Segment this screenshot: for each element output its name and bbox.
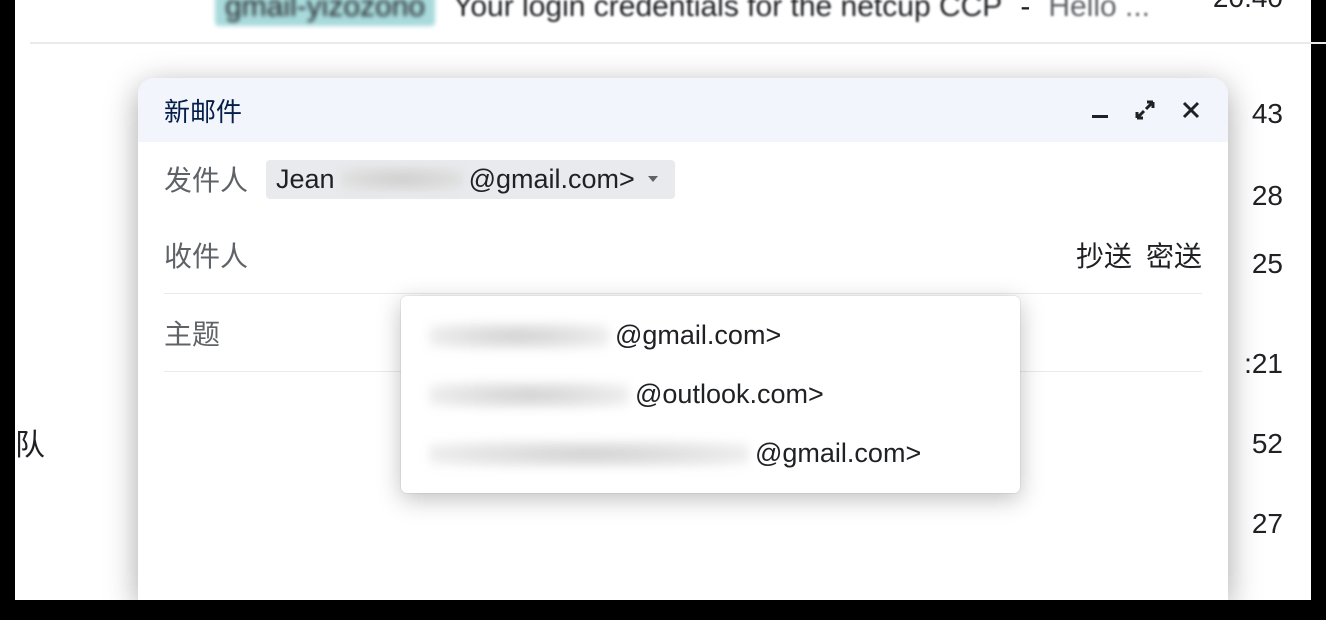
inbox-time-1: 43 [1252,98,1283,130]
from-dropdown: @gmail.com> @outlook.com> @gmail.com> [401,296,1020,493]
from-dropdown-item-0[interactable]: @gmail.com> [401,306,1020,365]
from-redacted [341,167,463,191]
from-domain: @gmail.com> [469,164,635,195]
inbox-left-fragment: 队 [15,420,45,464]
compose-header: 新邮件 [138,78,1228,142]
inbox-time-5: 52 [1252,428,1283,460]
compose-window: 新邮件 发件人 Jean @gmail. [138,78,1228,600]
cc-button[interactable]: 抄送 [1076,235,1132,275]
inbox-row-tag: gmail-yizozono [215,0,435,26]
from-name: Jean [276,164,335,195]
inbox-row-preview: Hello ... [1048,0,1150,24]
dropdown-suffix: @gmail.com> [755,438,921,469]
dropdown-suffix: @outlook.com> [635,379,824,410]
compose-title: 新邮件 [164,92,242,129]
inbox-row-dash: - [1020,0,1030,24]
from-dropdown-item-2[interactable]: @gmail.com> [401,424,1020,483]
inbox-time-4: :21 [1244,348,1283,380]
inbox-row-subject: Your login credentials for the netcup CC… [453,0,1002,24]
cc-bcc-controls: 抄送 密送 [1076,235,1202,275]
to-row[interactable]: 收件人 抄送 密送 [164,216,1202,294]
chevron-down-icon [645,171,661,187]
compose-window-controls [1090,99,1202,121]
dropdown-redacted [429,382,629,408]
subject-label: 主题 [164,313,220,353]
close-icon[interactable] [1180,99,1202,121]
dropdown-redacted [429,323,609,349]
inbox-time-6: 27 [1252,508,1283,540]
from-label: 发件人 [164,159,248,199]
minimize-icon[interactable] [1090,100,1110,120]
inbox-time-2: 28 [1252,180,1283,212]
inbox-row-divider [30,42,1326,44]
dropdown-redacted [429,441,749,467]
inbox-row-partial: gmail-yizozono Your login credentials fo… [215,0,1150,26]
bcc-button[interactable]: 密送 [1146,235,1202,275]
from-selector[interactable]: Jean @gmail.com> [266,160,675,199]
to-label: 收件人 [164,235,248,275]
inbox-time-0: 20:40 [1213,0,1283,14]
inbox-time-3: 25 [1252,248,1283,280]
from-dropdown-item-1[interactable]: @outlook.com> [401,365,1020,424]
dropdown-suffix: @gmail.com> [615,320,781,351]
expand-icon[interactable] [1134,99,1156,121]
from-row: 发件人 Jean @gmail.com> [164,142,1202,216]
